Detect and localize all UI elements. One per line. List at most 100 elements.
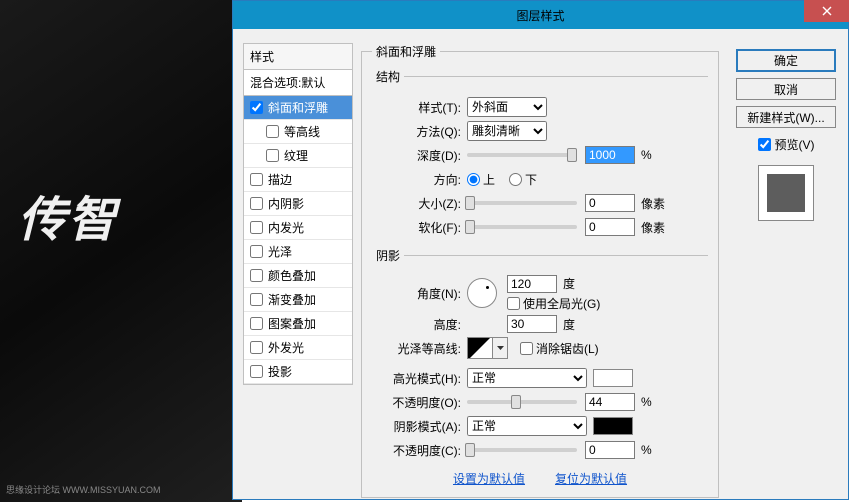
style-checkbox-1[interactable] [266, 125, 279, 138]
style-item-4[interactable]: 内阴影 [244, 192, 352, 216]
method-label: 方法(Q): [372, 123, 467, 140]
style-checkbox-7[interactable] [250, 269, 263, 282]
shading-group: 阴影 角度(N): 度 使用全局光(G) [372, 247, 708, 464]
style-checkbox-3[interactable] [250, 173, 263, 186]
preview-checkbox[interactable] [758, 138, 771, 151]
structure-legend: 结构 [372, 68, 404, 85]
method-select[interactable]: 雕刻清晰 [467, 121, 547, 141]
style-label-2: 纹理 [284, 147, 308, 164]
style-label-6: 光泽 [268, 243, 292, 260]
highlight-color-swatch[interactable] [593, 369, 633, 387]
styles-list: 样式 混合选项:默认 斜面和浮雕等高线纹理描边内阴影内发光光泽颜色叠加渐变叠加图… [243, 43, 353, 385]
style-checkbox-10[interactable] [250, 341, 263, 354]
shadow-opacity-input[interactable] [585, 441, 635, 459]
style-checkbox-4[interactable] [250, 197, 263, 210]
direction-down-radio[interactable] [509, 173, 522, 186]
angle-wheel[interactable] [467, 278, 497, 308]
highlight-opacity-label: 不透明度(O): [372, 394, 467, 411]
highlight-opacity-input[interactable] [585, 393, 635, 411]
style-checkbox-9[interactable] [250, 317, 263, 330]
style-select[interactable]: 外斜面 [467, 97, 547, 117]
altitude-label: 高度: [372, 316, 467, 333]
style-item-9[interactable]: 图案叠加 [244, 312, 352, 336]
chevron-down-icon [497, 346, 504, 350]
style-checkbox-0[interactable] [250, 101, 263, 114]
highlight-mode-select[interactable]: 正常 [467, 368, 587, 388]
altitude-unit: 度 [563, 316, 575, 333]
soften-unit: 像素 [641, 219, 665, 236]
shadow-opacity-slider[interactable] [467, 448, 577, 452]
size-slider[interactable] [467, 201, 577, 205]
gloss-contour-dropdown[interactable] [493, 337, 508, 359]
global-light-checkbox[interactable] [507, 297, 520, 310]
soften-slider[interactable] [467, 225, 577, 229]
style-checkbox-11[interactable] [250, 365, 263, 378]
style-item-11[interactable]: 投影 [244, 360, 352, 384]
shadow-mode-label: 阴影模式(A): [372, 418, 467, 435]
style-label-5: 内发光 [268, 219, 304, 236]
style-label-0: 斜面和浮雕 [268, 99, 328, 116]
close-button[interactable] [804, 0, 849, 22]
style-checkbox-6[interactable] [250, 245, 263, 258]
titlebar[interactable]: 图层样式 [233, 1, 848, 29]
blend-options[interactable]: 混合选项:默认 [244, 70, 352, 96]
style-label-7: 颜色叠加 [268, 267, 316, 284]
style-item-6[interactable]: 光泽 [244, 240, 352, 264]
style-checkbox-5[interactable] [250, 221, 263, 234]
size-input[interactable] [585, 194, 635, 212]
styles-header[interactable]: 样式 [244, 44, 352, 70]
direction-down-label: 下 [525, 171, 537, 188]
style-item-5[interactable]: 内发光 [244, 216, 352, 240]
depth-unit: % [641, 148, 652, 162]
antialias-label: 消除锯齿(L) [536, 340, 599, 357]
style-label-11: 投影 [268, 363, 292, 380]
make-default-button[interactable]: 设置为默认值 [453, 470, 525, 487]
cancel-button[interactable]: 取消 [736, 78, 836, 100]
depth-label: 深度(D): [372, 147, 467, 164]
bevel-group: 斜面和浮雕 结构 样式(T): 外斜面 方法(Q): 雕刻清晰 深度(D): [361, 43, 719, 498]
soften-input[interactable] [585, 218, 635, 236]
size-label: 大小(Z): [372, 195, 467, 212]
preview-swatch [758, 165, 814, 221]
style-label-3: 描边 [268, 171, 292, 188]
style-item-1[interactable]: 等高线 [244, 120, 352, 144]
style-checkbox-2[interactable] [266, 149, 279, 162]
style-label-1: 等高线 [284, 123, 320, 140]
new-style-button[interactable]: 新建样式(W)... [736, 106, 836, 128]
style-item-2[interactable]: 纹理 [244, 144, 352, 168]
reset-default-button[interactable]: 复位为默认值 [555, 470, 627, 487]
style-label: 样式(T): [372, 99, 467, 116]
highlight-opacity-unit: % [641, 395, 652, 409]
preview-label: 预览(V) [775, 136, 815, 153]
highlight-opacity-slider[interactable] [467, 400, 577, 404]
direction-label: 方向: [372, 171, 467, 188]
style-item-3[interactable]: 描边 [244, 168, 352, 192]
bevel-legend: 斜面和浮雕 [372, 43, 440, 60]
gloss-contour-swatch[interactable] [467, 337, 493, 359]
depth-slider[interactable] [467, 153, 577, 157]
highlight-mode-label: 高光模式(H): [372, 370, 467, 387]
shadow-opacity-label: 不透明度(C): [372, 442, 467, 459]
ok-button[interactable]: 确定 [736, 49, 836, 72]
angle-unit: 度 [563, 275, 575, 292]
style-item-0[interactable]: 斜面和浮雕 [244, 96, 352, 120]
shading-legend: 阴影 [372, 247, 404, 264]
shadow-mode-select[interactable]: 正常 [467, 416, 587, 436]
altitude-input[interactable] [507, 315, 557, 333]
angle-input[interactable] [507, 275, 557, 293]
watermark: 思缘设计论坛 WWW.MISSYUAN.COM [6, 483, 161, 496]
dialog-title: 图层样式 [516, 7, 564, 24]
style-item-8[interactable]: 渐变叠加 [244, 288, 352, 312]
antialias-checkbox[interactable] [520, 342, 533, 355]
style-label-9: 图案叠加 [268, 315, 316, 332]
angle-label: 角度(N): [372, 285, 467, 302]
direction-up-label: 上 [483, 171, 495, 188]
style-item-7[interactable]: 颜色叠加 [244, 264, 352, 288]
shadow-color-swatch[interactable] [593, 417, 633, 435]
depth-input[interactable] [585, 146, 635, 164]
style-item-10[interactable]: 外发光 [244, 336, 352, 360]
soften-label: 软化(F): [372, 219, 467, 236]
direction-up-radio[interactable] [467, 173, 480, 186]
layer-style-dialog: 图层样式 样式 混合选项:默认 斜面和浮雕等高线纹理描边内阴影内发光光泽颜色叠加… [232, 0, 849, 500]
style-checkbox-8[interactable] [250, 293, 263, 306]
